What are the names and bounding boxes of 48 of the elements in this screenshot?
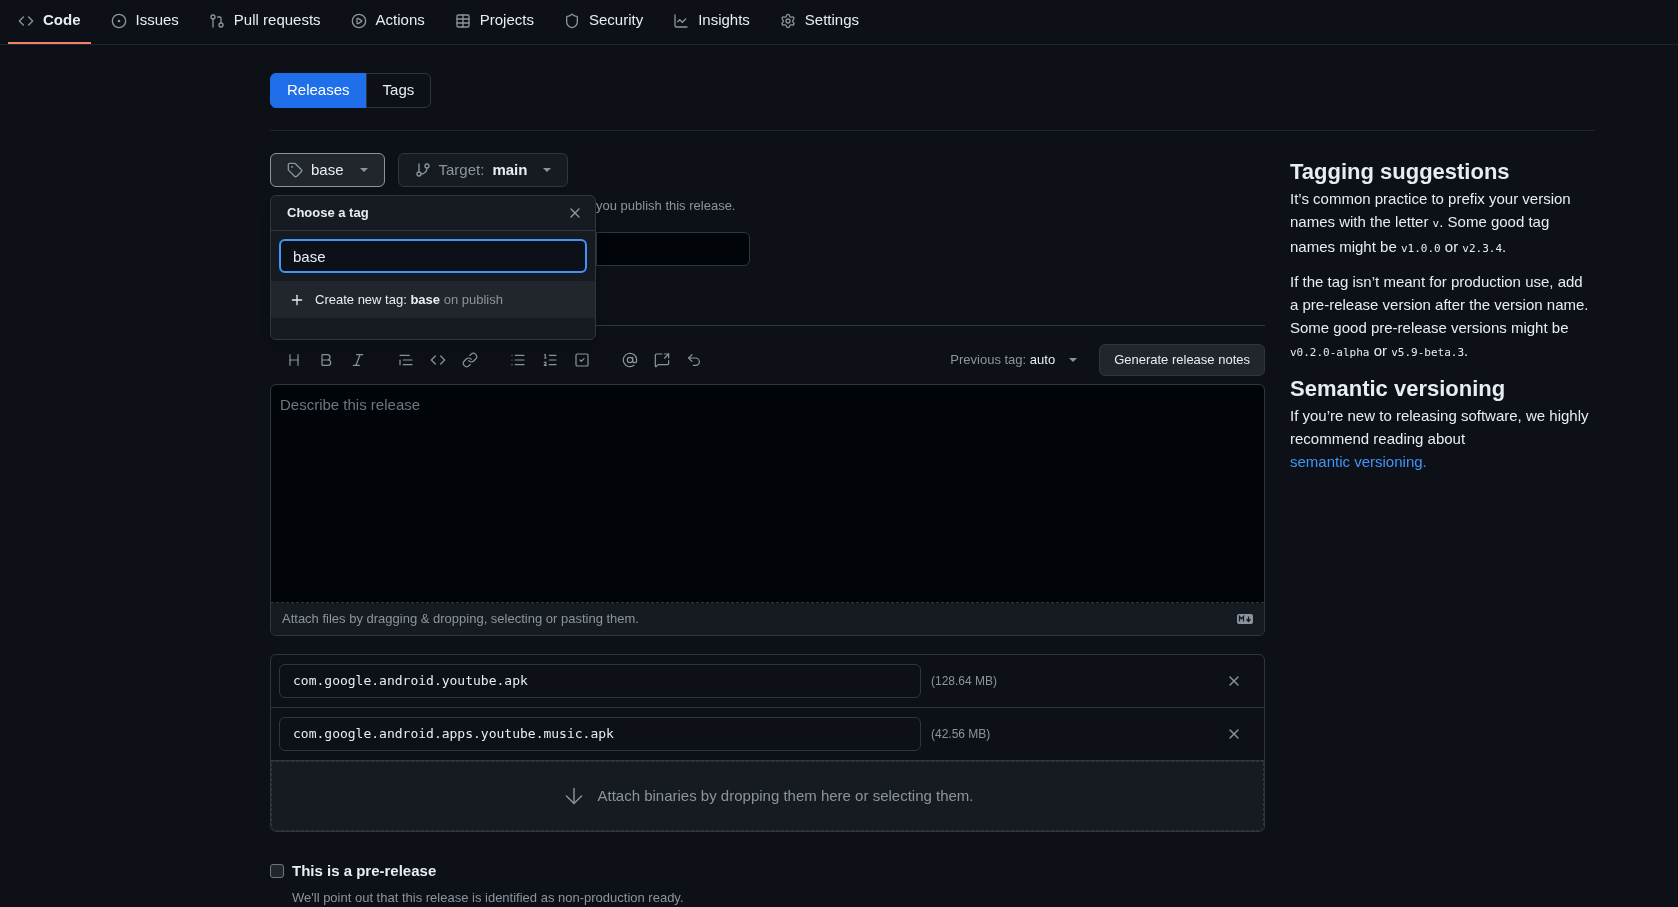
pull-request-icon	[208, 12, 225, 29]
shield-icon	[563, 12, 580, 29]
caret-icon	[1069, 358, 1078, 362]
tag-select-button[interactable]: base	[270, 153, 385, 187]
repo-tab[interactable]: Insights	[663, 0, 760, 44]
sidebar-paragraph: If the tag isn’t meant for production use, add a pre-release version after the version name. Some good pre-release versions might be v0.2.0-alpha or v5.9-beta.3.	[1290, 272, 1590, 361]
repo-tab[interactable]: Projects	[444, 0, 544, 44]
asset-filename-field[interactable]: com.google.android.youtube.apk	[279, 664, 921, 698]
markdown-icon	[1237, 614, 1253, 624]
caret-icon	[543, 168, 552, 172]
repo-tab[interactable]: Issues	[100, 0, 189, 44]
semantic-versioning-link[interactable]: semantic versioning.	[1290, 453, 1427, 470]
create-tag-option[interactable]: Create new tag: base on publish	[271, 281, 595, 318]
prerelease-checkbox[interactable]	[270, 864, 284, 879]
tag-icon	[287, 162, 303, 178]
prerelease-label: This is a pre-release	[292, 861, 437, 881]
attach-files-hint: Attach files by dragging & dropping, selecting or pasting them.	[282, 610, 639, 629]
sidebar-paragraph: If you’re new to releasing software, we highly recommend reading about semantic versioning.	[1290, 406, 1590, 472]
repo-tab[interactable]: Actions	[340, 0, 435, 44]
sidebar-heading: Semantic versioning	[1290, 375, 1507, 403]
asset-size: (42.56 MB)	[931, 726, 991, 743]
release-tab[interactable]: Tags	[365, 73, 432, 108]
repo-tab[interactable]: Code	[8, 0, 91, 44]
generate-notes-button[interactable]: Generate release notes	[1099, 344, 1265, 376]
repo-tab[interactable]: Pull requests	[198, 0, 331, 44]
asset-size: (128.64 MB)	[931, 673, 998, 690]
caret-icon	[359, 168, 368, 172]
previous-tag-select[interactable]: Previous tag: auto	[950, 350, 1078, 370]
table-icon	[454, 12, 471, 29]
play-icon	[350, 12, 367, 29]
dropzone-text: Attach binaries by dropping them here or selecting them.	[597, 785, 974, 806]
sidebar-paragraph: It’s common practice to prefix your version names with the letter v. Some good tag names might be v1.0.0 or v2.3.4.	[1290, 189, 1572, 257]
line-chart-icon	[673, 12, 690, 29]
title-input-field[interactable]	[596, 232, 750, 266]
asset-filename-field[interactable]: com.google.android.apps.youtube.music.apk	[279, 717, 921, 751]
sidebar-heading: Tagging suggestions	[1290, 158, 1511, 186]
circle-dot-icon	[110, 12, 127, 29]
repo-tab[interactable]: Settings	[769, 0, 870, 44]
branch-icon	[414, 162, 431, 178]
target-branch-button[interactable]: Target: main	[397, 153, 569, 187]
tag-hint-text: you publish this release.	[596, 197, 736, 216]
prerelease-description: We'll point out that this release is identified as non-production ready.	[292, 889, 684, 905]
settings-icon	[779, 12, 796, 29]
release-tab[interactable]: Releases	[270, 73, 367, 108]
description-textarea[interactable]: Describe this release	[271, 385, 1264, 603]
tag-search-field[interactable]: base	[279, 239, 587, 273]
repo-tab[interactable]: Security	[553, 0, 654, 44]
menu-title: Choose a tag	[287, 204, 369, 223]
